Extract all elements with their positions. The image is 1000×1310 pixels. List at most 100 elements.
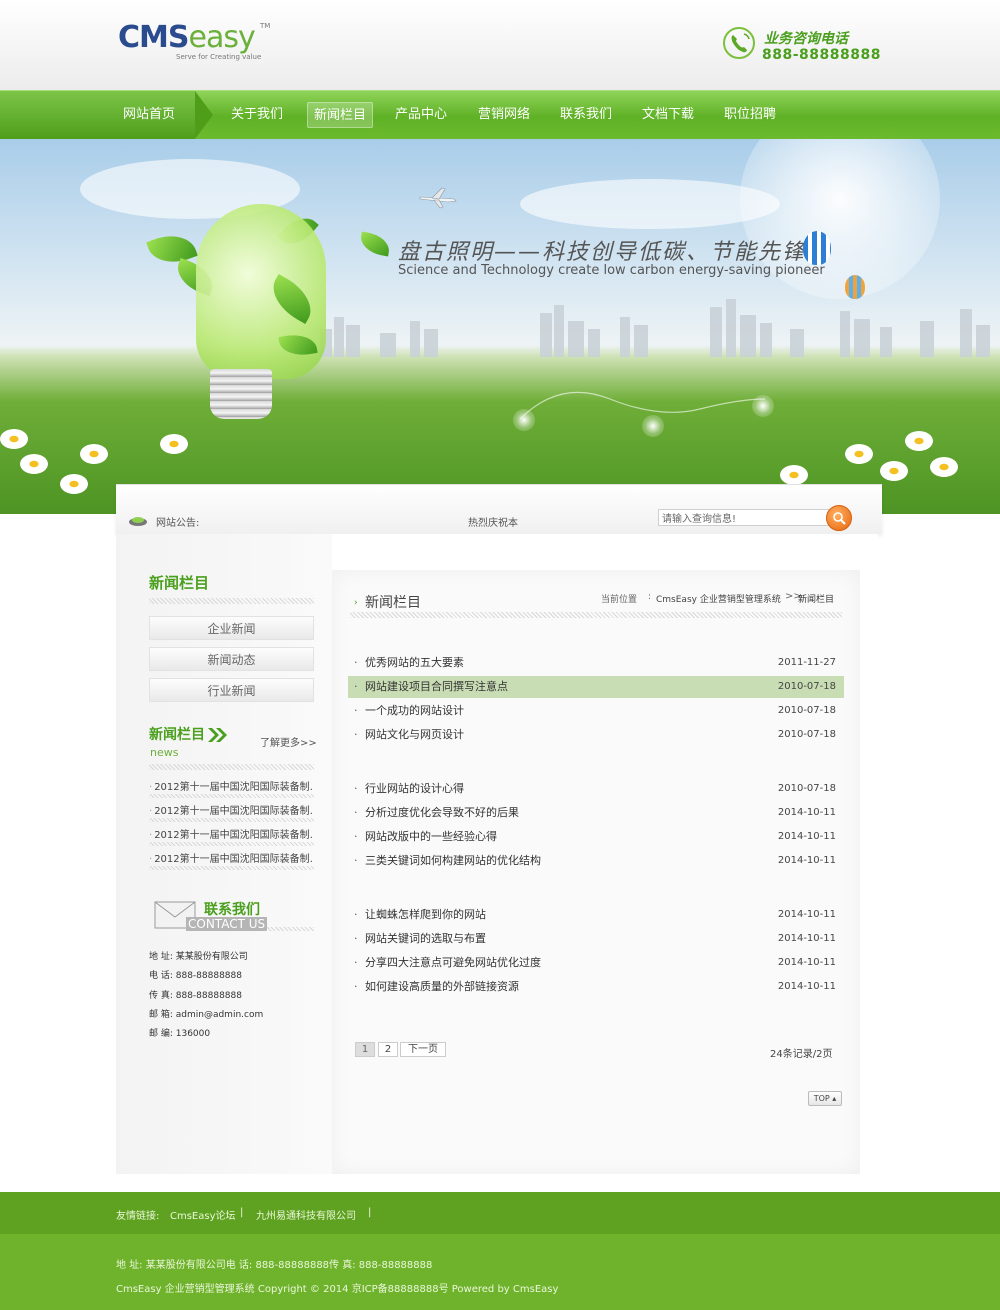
banner-cloud [520, 179, 780, 229]
sidebar-news-item-text: 2012第十一届中国沈阳国际装备制… [154, 854, 314, 865]
sidebar-news-item[interactable]: · 2012第十一届中国沈阳国际装备制… [149, 778, 314, 793]
news-row[interactable]: · 行业网站的设计心得 2010-07-18 [348, 778, 844, 800]
daisy-flower [880, 461, 908, 481]
news-row[interactable]: · 优秀网站的五大要素 2011-11-27 [348, 652, 844, 674]
nav-item-news[interactable]: 新闻栏目 [307, 102, 374, 128]
divider [350, 612, 842, 618]
title-marker-icon: › [354, 598, 358, 608]
footer-link-forum[interactable]: CmsEasy论坛 [170, 1207, 236, 1222]
banner-headline: 盘古照明——科技创导低碳、节能先锋 [398, 240, 807, 265]
sidebar-news-sub: news [150, 746, 179, 759]
more-news-link[interactable]: 了解更多>> [260, 734, 317, 749]
site-logo[interactable]: CMSeasy TM Serve for Creating value [118, 22, 278, 64]
news-row-date: 2014-10-11 [777, 855, 836, 866]
news-row[interactable]: · 三类关键词如何构建网站的优化结构 2014-10-11 [348, 850, 844, 872]
news-row[interactable]: · 网站关键词的选取与布置 2014-10-11 [348, 928, 844, 950]
nav-item-products[interactable]: 产品中心 [389, 102, 453, 128]
logo-easy: easy [188, 20, 255, 55]
news-row[interactable]: · 网站改版中的一些经验心得 2014-10-11 [348, 826, 844, 848]
back-to-top-label: TOP [813, 1094, 830, 1103]
content-title: 新闻栏目 [365, 595, 421, 611]
light-trail [520, 391, 766, 420]
pager-page-1[interactable]: 1 [355, 1042, 375, 1057]
footer-links-bar: 友情链接: CmsEasy论坛 | 九州易通科技有限公司 | [0, 1192, 1000, 1234]
news-row[interactable]: · 分析过度优化会导致不好的后果 2014-10-11 [348, 802, 844, 824]
hero-banner: 盘古照明——科技创导低碳、节能先锋 Science and Technology… [0, 139, 1000, 514]
sidebar-item-company-news[interactable]: 企业新闻 [149, 616, 314, 640]
daisy-flower [845, 444, 873, 464]
sidebar-news-item[interactable]: · 2012第十一届中国沈阳国际装备制… [149, 850, 314, 865]
search-icon [833, 512, 846, 525]
daisy-flower [60, 474, 88, 494]
news-row-date: 2014-10-11 [777, 831, 836, 842]
nav-item-about[interactable]: 关于我们 [225, 102, 289, 128]
notice-text[interactable]: 热烈庆祝本 [468, 514, 518, 529]
hot-air-balloon-icon [803, 231, 831, 265]
header: CMSeasy TM Serve for Creating value 业务咨询… [0, 0, 1000, 90]
divider [149, 842, 314, 846]
news-row[interactable]: · 如何建设高质量的外部链接资源 2014-10-11 [348, 976, 844, 998]
search-button[interactable] [826, 505, 852, 531]
divider [149, 794, 314, 798]
banner-city-skyline [320, 299, 990, 357]
news-row-title: 分析过度优化会导致不好的后果 [365, 806, 519, 819]
nav-item-network[interactable]: 营销网络 [472, 102, 536, 128]
breadcrumb-label: 当前位置 [601, 595, 638, 605]
sidebar-item-news-updates[interactable]: 新闻动态 [149, 647, 314, 671]
logo-slogan: Serve for Creating value [176, 53, 262, 61]
back-to-top-button[interactable]: TOP ▴ [808, 1091, 842, 1106]
news-row[interactable]: · 让蜘蛛怎样爬到你的网站 2014-10-11 [348, 904, 844, 926]
daisy-flower [905, 431, 933, 451]
nav-item-jobs[interactable]: 职位招聘 [718, 102, 782, 128]
footer: 友情链接: CmsEasy论坛 | 九州易通科技有限公司 | 地 址: 某某股份… [0, 1192, 1000, 1310]
sidebar-news-item-text: 2012第十一届中国沈阳国际装备制… [154, 782, 314, 793]
contact-email: 邮 箱: admin@admin.com [149, 1010, 264, 1020]
divider [149, 764, 314, 770]
sidebar-news-title: 新闻栏目 [149, 727, 205, 743]
daisy-flower [780, 465, 808, 485]
news-row-date: 2010-07-18 [777, 705, 836, 716]
speaker-icon [129, 517, 147, 526]
news-row-date: 2014-10-11 [777, 957, 836, 968]
news-row-title: 网站关键词的选取与布置 [365, 932, 486, 945]
search-input[interactable] [658, 509, 830, 526]
news-row[interactable]: · 一个成功的网站设计 2010-07-18 [348, 700, 844, 722]
news-row[interactable]: · 分享四大注意点可避免网站优化过度 2014-10-11 [348, 952, 844, 974]
nav-arrow [195, 91, 213, 139]
sidebar-item-industry-news[interactable]: 行业新闻 [149, 678, 314, 702]
nav-item-home[interactable]: 网站首页 [117, 102, 181, 128]
news-row[interactable]: · 网站文化与网页设计 2010-07-18 [348, 724, 844, 746]
caret-up-icon: ▴ [829, 1094, 837, 1103]
news-row-title: 行业网站的设计心得 [365, 782, 464, 795]
airplane-icon [419, 187, 457, 209]
breadcrumb-home-link[interactable]: CmsEasy 企业营销型管理系统 [656, 592, 781, 605]
pager-total: 24条记录/2页 [770, 1049, 833, 1060]
news-row-title: 网站改版中的一些经验心得 [365, 830, 497, 843]
news-row-date: 2011-11-27 [777, 657, 836, 668]
divider [149, 598, 314, 604]
news-row-title: 如何建设高质量的外部链接资源 [365, 980, 519, 993]
main-content: › 新闻栏目 当前位置 : CmsEasy 企业营销型管理系统 >> 新闻栏目 … [332, 570, 860, 1174]
banner-leaf [358, 231, 392, 257]
news-row[interactable]: · 网站建设项目合同撰写注意点 2010-07-18 [348, 676, 844, 698]
nav-item-contact[interactable]: 联系我们 [554, 102, 618, 128]
sidebar-news-item[interactable]: · 2012第十一届中国沈阳国际装备制… [149, 802, 314, 817]
main-nav: 网站首页 关于我们 新闻栏目 产品中心 营销网络 联系我们 文档下载 职位招聘 [0, 90, 1000, 139]
news-row-title: 优秀网站的五大要素 [365, 656, 464, 669]
pager-next-button[interactable]: 下一页 [400, 1042, 446, 1057]
news-row-title: 一个成功的网站设计 [365, 704, 464, 717]
breadcrumb-separator: : [648, 592, 652, 602]
footer-link-company[interactable]: 九州易通科技有限公司 [256, 1207, 356, 1222]
phone-contact: 业务咨询电话 888-88888888 [722, 26, 882, 66]
contact-fax: 传 真: 888-88888888 [149, 991, 242, 1001]
sidebar-news-item[interactable]: · 2012第十一届中国沈阳国际装备制… [149, 826, 314, 841]
news-row-date: 2014-10-11 [777, 807, 836, 818]
news-row-date: 2010-07-18 [777, 681, 836, 692]
daisy-flower [20, 454, 48, 474]
pager-page-2[interactable]: 2 [378, 1042, 398, 1057]
logo-trademark: TM [260, 22, 271, 30]
daisy-flower [930, 457, 958, 477]
phone-label: 业务咨询电话 [764, 31, 848, 47]
breadcrumb-current[interactable]: 新闻栏目 [798, 592, 834, 605]
nav-item-downloads[interactable]: 文档下载 [636, 102, 700, 128]
